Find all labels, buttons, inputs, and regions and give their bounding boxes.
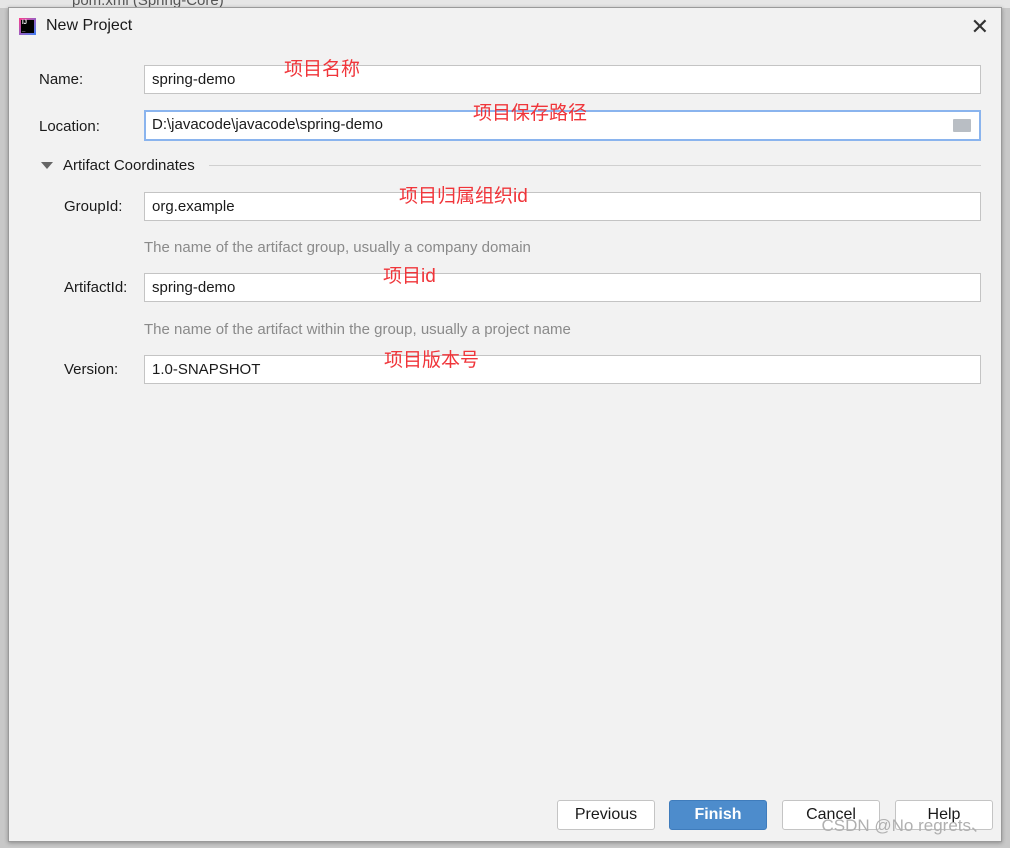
section-divider	[208, 165, 981, 166]
artifactid-hint: The name of the artifact within the grou…	[144, 321, 571, 338]
annotation-name: 项目名称	[284, 59, 361, 80]
location-value: D:\javacode\javacode\spring-demo	[152, 116, 383, 133]
groupid-input[interactable]: org.example	[144, 192, 981, 221]
name-input[interactable]: spring-demo	[144, 65, 981, 94]
close-icon[interactable]: ✕	[971, 14, 989, 40]
collapse-triangle-icon[interactable]	[41, 162, 53, 169]
previous-button[interactable]: Previous	[557, 800, 655, 830]
groupid-label: GroupId:	[64, 198, 123, 215]
artifact-coordinates-section[interactable]: Artifact Coordinates	[41, 157, 981, 174]
artifactid-input[interactable]: spring-demo	[144, 273, 981, 302]
watermark: CSDN @No regrets、	[821, 816, 988, 835]
version-input[interactable]: 1.0-SNAPSHOT	[144, 355, 981, 384]
annotation-groupid: 项目归属组织id	[399, 186, 528, 207]
section-title: Artifact Coordinates	[63, 157, 195, 174]
browse-folder-icon[interactable]	[953, 119, 971, 132]
name-label: Name:	[39, 71, 84, 88]
version-label: Version:	[64, 361, 119, 378]
groupid-hint: The name of the artifact group, usually …	[144, 239, 531, 256]
dialog-title: New Project	[46, 17, 133, 34]
annotation-version: 项目版本号	[384, 350, 480, 371]
location-label: Location:	[39, 118, 100, 135]
intellij-logo-icon: IJ _	[19, 17, 36, 35]
annotation-location: 项目保存路径	[473, 103, 588, 124]
finish-button[interactable]: Finish	[669, 800, 767, 830]
annotation-artifactid: 项目id	[383, 266, 436, 287]
new-project-dialog: IJ _ New Project ✕ Name: spring-demo Loca…	[8, 7, 1002, 842]
title-bar: IJ _ New Project	[19, 17, 132, 35]
artifactid-label: ArtifactId:	[64, 279, 128, 296]
